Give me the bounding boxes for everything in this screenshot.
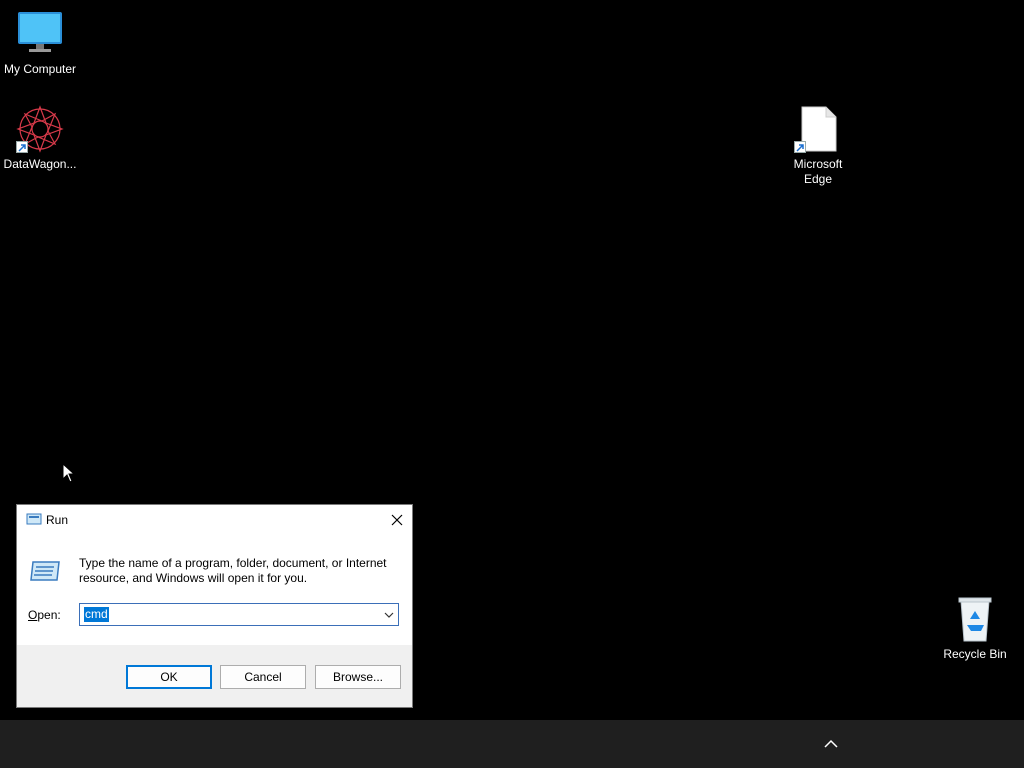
desktop-icon-microsoft-edge[interactable]: Microsoft Edge [778,105,858,187]
cancel-button[interactable]: Cancel [220,665,306,689]
browse-button[interactable]: Browse... [315,665,401,689]
desktop-icon-label: Microsoft Edge [793,157,843,186]
run-icon [26,513,42,530]
run-dialog-footer: OK Cancel Browse... [17,645,412,707]
chevron-down-icon[interactable] [383,609,395,621]
run-dialog: Run Type the name of a program, folder, … [16,504,413,708]
chevron-up-icon[interactable] [822,736,840,752]
desktop-icon-my-computer[interactable]: My Computer [0,10,80,77]
run-dialog-titlebar[interactable]: Run [17,505,412,535]
desktop-icon-label: Recycle Bin [943,647,1007,661]
taskbar [0,720,1024,768]
close-button[interactable] [382,505,412,535]
shortcut-arrow-icon [794,141,806,153]
run-dialog-title: Run [46,513,69,527]
shortcut-arrow-icon [16,141,28,153]
close-icon [391,514,403,526]
open-combobox[interactable]: cmd [79,603,399,626]
monitor-icon [16,10,64,58]
open-label: Open: [28,608,61,622]
datawagon-app-icon [16,105,64,153]
open-input[interactable]: cmd [84,607,109,622]
desktop-icon-label: DataWagon... [3,157,77,171]
document-icon [794,105,842,153]
desktop-icon-label: My Computer [3,62,77,76]
ok-button[interactable]: OK [126,665,212,689]
mouse-cursor-icon [62,462,76,488]
run-description: Type the name of a program, folder, docu… [79,556,387,585]
run-program-icon [29,559,61,586]
recycle-bin-icon [951,595,999,643]
desktop-icon-datawagon[interactable]: DataWagon... [0,105,80,172]
desktop-icon-recycle-bin[interactable]: Recycle Bin [935,595,1015,662]
